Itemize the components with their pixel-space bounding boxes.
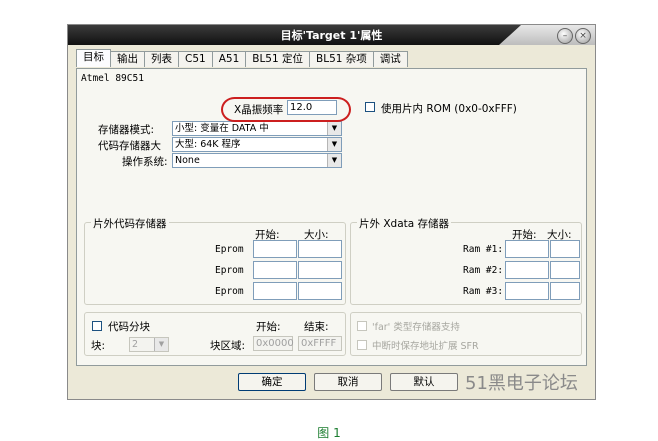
tab-bl51-misc[interactable]: BL51 杂项 (309, 51, 374, 67)
eprom-size-2[interactable] (298, 261, 342, 279)
eprom-size-3[interactable] (298, 282, 342, 300)
banks-label: 块: (91, 340, 106, 352)
close-button[interactable]: × (575, 28, 591, 44)
banking-end-header: 结束: (304, 321, 329, 333)
eprom-label-2: Eprom (215, 265, 244, 276)
xtal-highlight-oval (221, 97, 351, 122)
save-sfr-label: 中断时保存地址扩展 SFR (372, 341, 479, 352)
cancel-button[interactable]: 取消 (314, 373, 382, 391)
device-name: Atmel 89C51 (81, 73, 144, 84)
code-banking-label: 代码分块 (108, 321, 150, 333)
eprom-start-2[interactable] (253, 261, 297, 279)
tab-listing[interactable]: 列表 (144, 51, 179, 67)
memory-model-label: 存储器模式: (98, 124, 155, 136)
ram3-start[interactable] (505, 282, 549, 300)
far-memory-label: 'far' 类型存储器支持 (372, 322, 460, 333)
eprom-start-1[interactable] (253, 240, 297, 258)
chevron-down-icon: ▼ (327, 154, 341, 167)
bank-area-label: 块区域: (210, 340, 246, 352)
onchip-rom-checkbox[interactable] (365, 102, 375, 112)
tab-strip: 目标 输出 列表 C51 A51 BL51 定位 BL51 杂项 调试 (76, 49, 408, 68)
tab-a51[interactable]: A51 (211, 51, 247, 67)
eprom-label-1: Eprom (215, 244, 244, 255)
eprom-label-3: Eprom (215, 286, 244, 297)
memory-model-select[interactable]: 小型: 变量在 DATA 中 ▼ (172, 121, 342, 136)
code-banking-group: 代码分块 开始: 结束: 块: 2 ▼ 块区域: 0x0000 0xFFFF (84, 312, 346, 356)
code-rom-size-select[interactable]: 大型: 64K 程序 ▼ (172, 137, 342, 152)
ram2-size[interactable] (550, 261, 580, 279)
banks-select[interactable]: 2 ▼ (129, 337, 169, 352)
far-memory-group: 'far' 类型存储器支持 中断时保存地址扩展 SFR (350, 312, 582, 356)
ram1-size[interactable] (550, 240, 580, 258)
os-value: None (175, 155, 200, 166)
ok-button[interactable]: 确定 (238, 373, 306, 391)
offchip-xdata-title: 片外 Xdata 存储器 (357, 216, 452, 231)
bank-area-end[interactable]: 0xFFFF (298, 336, 342, 351)
offchip-code-title: 片外代码存储器 (91, 216, 169, 231)
chevron-down-icon: ▼ (327, 122, 341, 135)
onchip-rom-label: 使用片内 ROM (0x0-0xFFF) (381, 103, 517, 115)
offchip-code-group: 片外代码存储器 开始: 大小: Eprom Eprom Eprom (84, 216, 346, 305)
banking-start-header: 开始: (256, 321, 281, 333)
defaults-button[interactable]: 默认 (390, 373, 458, 391)
chevron-down-icon: ▼ (154, 338, 168, 351)
tab-bl51-locate[interactable]: BL51 定位 (245, 51, 311, 67)
offchip-xdata-group: 片外 Xdata 存储器 开始: 大小: Ram #1: Ram #2: Ram… (350, 216, 582, 305)
code-banking-checkbox[interactable] (92, 321, 102, 331)
chevron-down-icon: ▼ (327, 138, 341, 151)
ram2-label: Ram #2: (463, 265, 504, 276)
ram3-label: Ram #3: (463, 286, 504, 297)
watermark-text: 51黑电子论坛 (465, 373, 578, 394)
memory-model-value: 小型: 变量在 DATA 中 (175, 123, 269, 134)
ram3-size[interactable] (550, 282, 580, 300)
bank-area-start[interactable]: 0x0000 (253, 336, 294, 351)
ram1-label: Ram #1: (463, 244, 504, 255)
code-rom-size-value: 大型: 64K 程序 (175, 139, 241, 150)
ram1-start[interactable] (505, 240, 549, 258)
os-select[interactable]: None ▼ (172, 153, 342, 168)
eprom-size-1[interactable] (298, 240, 342, 258)
minimize-button[interactable]: – (557, 28, 573, 44)
tab-debug[interactable]: 调试 (372, 51, 408, 67)
ram2-start[interactable] (505, 261, 549, 279)
save-sfr-checkbox[interactable] (357, 340, 367, 350)
title-bar: 目标'Target 1'属性 – × (68, 25, 595, 45)
banks-value: 2 (132, 339, 139, 350)
target-options-window: 目标'Target 1'属性 – × 目标 输出 列表 C51 A51 BL51… (67, 24, 596, 400)
eprom-start-3[interactable] (253, 282, 297, 300)
code-rom-size-label: 代码存储器大 (98, 140, 161, 152)
tab-c51[interactable]: C51 (178, 51, 213, 67)
os-label: 操作系统: (122, 156, 168, 168)
figure-caption: 图 1 (317, 426, 341, 440)
tab-target[interactable]: 目标 (76, 49, 111, 67)
far-memory-checkbox[interactable] (357, 321, 367, 331)
tab-output[interactable]: 输出 (110, 51, 145, 67)
